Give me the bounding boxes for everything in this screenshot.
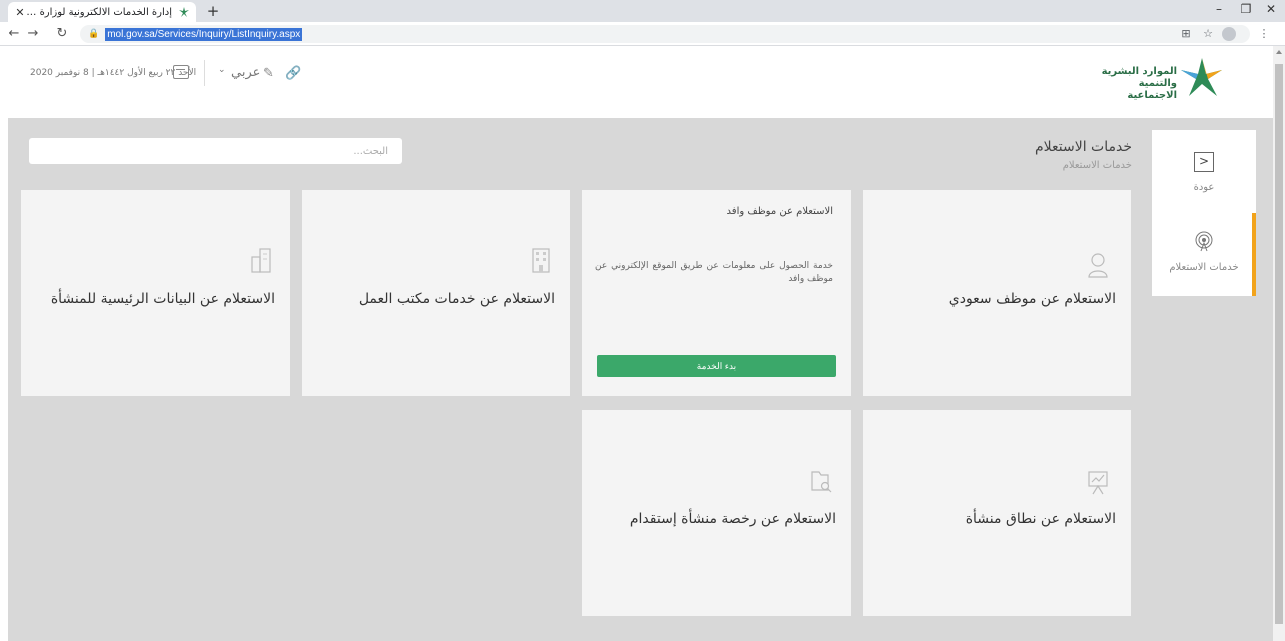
back-arrow-icon[interactable]: ← xyxy=(5,25,23,43)
bookmark-star-icon[interactable]: ☆ xyxy=(1200,26,1216,42)
ministry-logo[interactable]: الموارد البشرية والتنمية الاجتماعية xyxy=(1097,54,1232,104)
page-title: خدمات الاستعلام xyxy=(1034,139,1132,155)
accessibility-tools-icon[interactable]: ✎ xyxy=(263,66,274,81)
card-expat-employee[interactable]: الاستعلام عن موظف وافد خدمة الحصول على م… xyxy=(582,190,851,396)
reload-icon[interactable]: ↻ xyxy=(53,25,71,43)
card-nitaqat[interactable]: الاستعلام عن نطاق منشأة xyxy=(863,410,1131,616)
link-icon[interactable]: 🔗 xyxy=(285,66,301,81)
profile-avatar[interactable] xyxy=(1222,27,1236,41)
office-building-icon xyxy=(251,248,271,273)
browser-toolbar: ← → ↻ 🔒 mol.gov.sa/Services/Inquiry/List… xyxy=(0,22,1285,46)
tab-close-icon[interactable]: ✕ xyxy=(14,6,26,19)
card-title: الاستعلام عن خدمات مكتب العمل xyxy=(358,291,555,307)
browser-tab-bar: إدارة الخدمات الالكترونية لوزارة الم ✕ +… xyxy=(0,0,1285,22)
header-divider xyxy=(204,60,205,86)
inquiry-broadcast-icon[interactable] xyxy=(1194,230,1214,252)
site-favicon-icon xyxy=(178,6,190,18)
card-title: الاستعلام عن رخصة منشأة إستقدام xyxy=(629,511,836,527)
chevron-down-icon[interactable]: ⌄ xyxy=(218,65,226,75)
presentation-chart-icon xyxy=(1088,471,1108,495)
address-bar[interactable]: 🔒 mol.gov.sa/Services/Inquiry/ListInquir… xyxy=(80,25,1250,43)
side-nav: > عودة خدمات الاستعلام xyxy=(1152,130,1256,296)
maximize-icon[interactable]: ❐ xyxy=(1236,2,1256,16)
new-tab-icon[interactable]: + xyxy=(204,2,222,20)
card-title: الاستعلام عن البيانات الرئيسية للمنشأة xyxy=(50,291,275,307)
lock-icon: 🔒 xyxy=(88,29,100,39)
card-saudi-employee[interactable]: الاستعلام عن موظف سعودي xyxy=(863,190,1131,396)
card-labor-office[interactable]: الاستعلام عن خدمات مكتب العمل xyxy=(302,190,570,396)
card-title: الاستعلام عن نطاق منشأة xyxy=(965,511,1116,527)
logo-text: الموارد البشرية والتنمية الاجتماعية xyxy=(1097,66,1177,102)
start-service-button[interactable]: بدء الخدمة xyxy=(597,355,836,377)
url-text: mol.gov.sa/Services/Inquiry/ListInquiry.… xyxy=(105,27,303,41)
card-title: الاستعلام عن موظف وافد xyxy=(726,206,833,217)
logo-text-line2: والتنمية الاجتماعية xyxy=(1127,78,1177,101)
menu-dots-icon[interactable]: ⋮ xyxy=(1256,26,1272,42)
scrollbar-thumb[interactable] xyxy=(1275,64,1283,624)
active-indicator xyxy=(1252,213,1256,296)
header-date: الأحد ٢٢ ربيع الأول ١٤٤٢هـ | 8 نوفمبر 20… xyxy=(30,68,197,78)
search-input[interactable] xyxy=(29,138,402,164)
card-title: الاستعلام عن موظف سعودي xyxy=(948,291,1116,307)
language-selector[interactable]: عربي xyxy=(231,65,260,80)
user-icon xyxy=(1088,253,1108,278)
tab-title: إدارة الخدمات الالكترونية لوزارة الم xyxy=(26,6,172,18)
forward-arrow-icon[interactable]: → xyxy=(24,25,42,43)
site-header: الأحد ٢٢ ربيع الأول ١٤٤٢هـ | 8 نوفمبر 20… xyxy=(0,46,1273,118)
logo-text-line1: الموارد البشرية xyxy=(1101,66,1177,77)
logo-emblem-icon xyxy=(1181,58,1222,96)
translate-icon[interactable]: ⊞ xyxy=(1178,26,1194,42)
browser-tab[interactable]: إدارة الخدمات الالكترونية لوزارة الم ✕ xyxy=(8,2,196,22)
card-description: خدمة الحصول على معلومات عن طريق الموقع ا… xyxy=(595,261,833,284)
minimize-icon[interactable]: – xyxy=(1209,2,1229,16)
building-icon xyxy=(532,248,550,273)
folder-search-icon xyxy=(811,471,832,493)
card-establishment-data[interactable]: الاستعلام عن البيانات الرئيسية للمنشأة xyxy=(21,190,290,396)
page-scrollbar[interactable] xyxy=(1273,46,1285,641)
close-window-icon[interactable]: ✕ xyxy=(1261,2,1281,16)
calendar-icon xyxy=(173,65,189,79)
scroll-up-icon[interactable] xyxy=(1276,50,1282,54)
back-chevron-icon[interactable]: > xyxy=(1194,152,1214,172)
card-recruitment-license[interactable]: الاستعلام عن رخصة منشأة إستقدام xyxy=(582,410,851,616)
sidebar-item-inquiry[interactable]: خدمات الاستعلام xyxy=(1152,262,1256,273)
breadcrumb[interactable]: خدمات الاستعلام xyxy=(1063,160,1132,171)
back-label[interactable]: عودة xyxy=(1152,182,1256,193)
